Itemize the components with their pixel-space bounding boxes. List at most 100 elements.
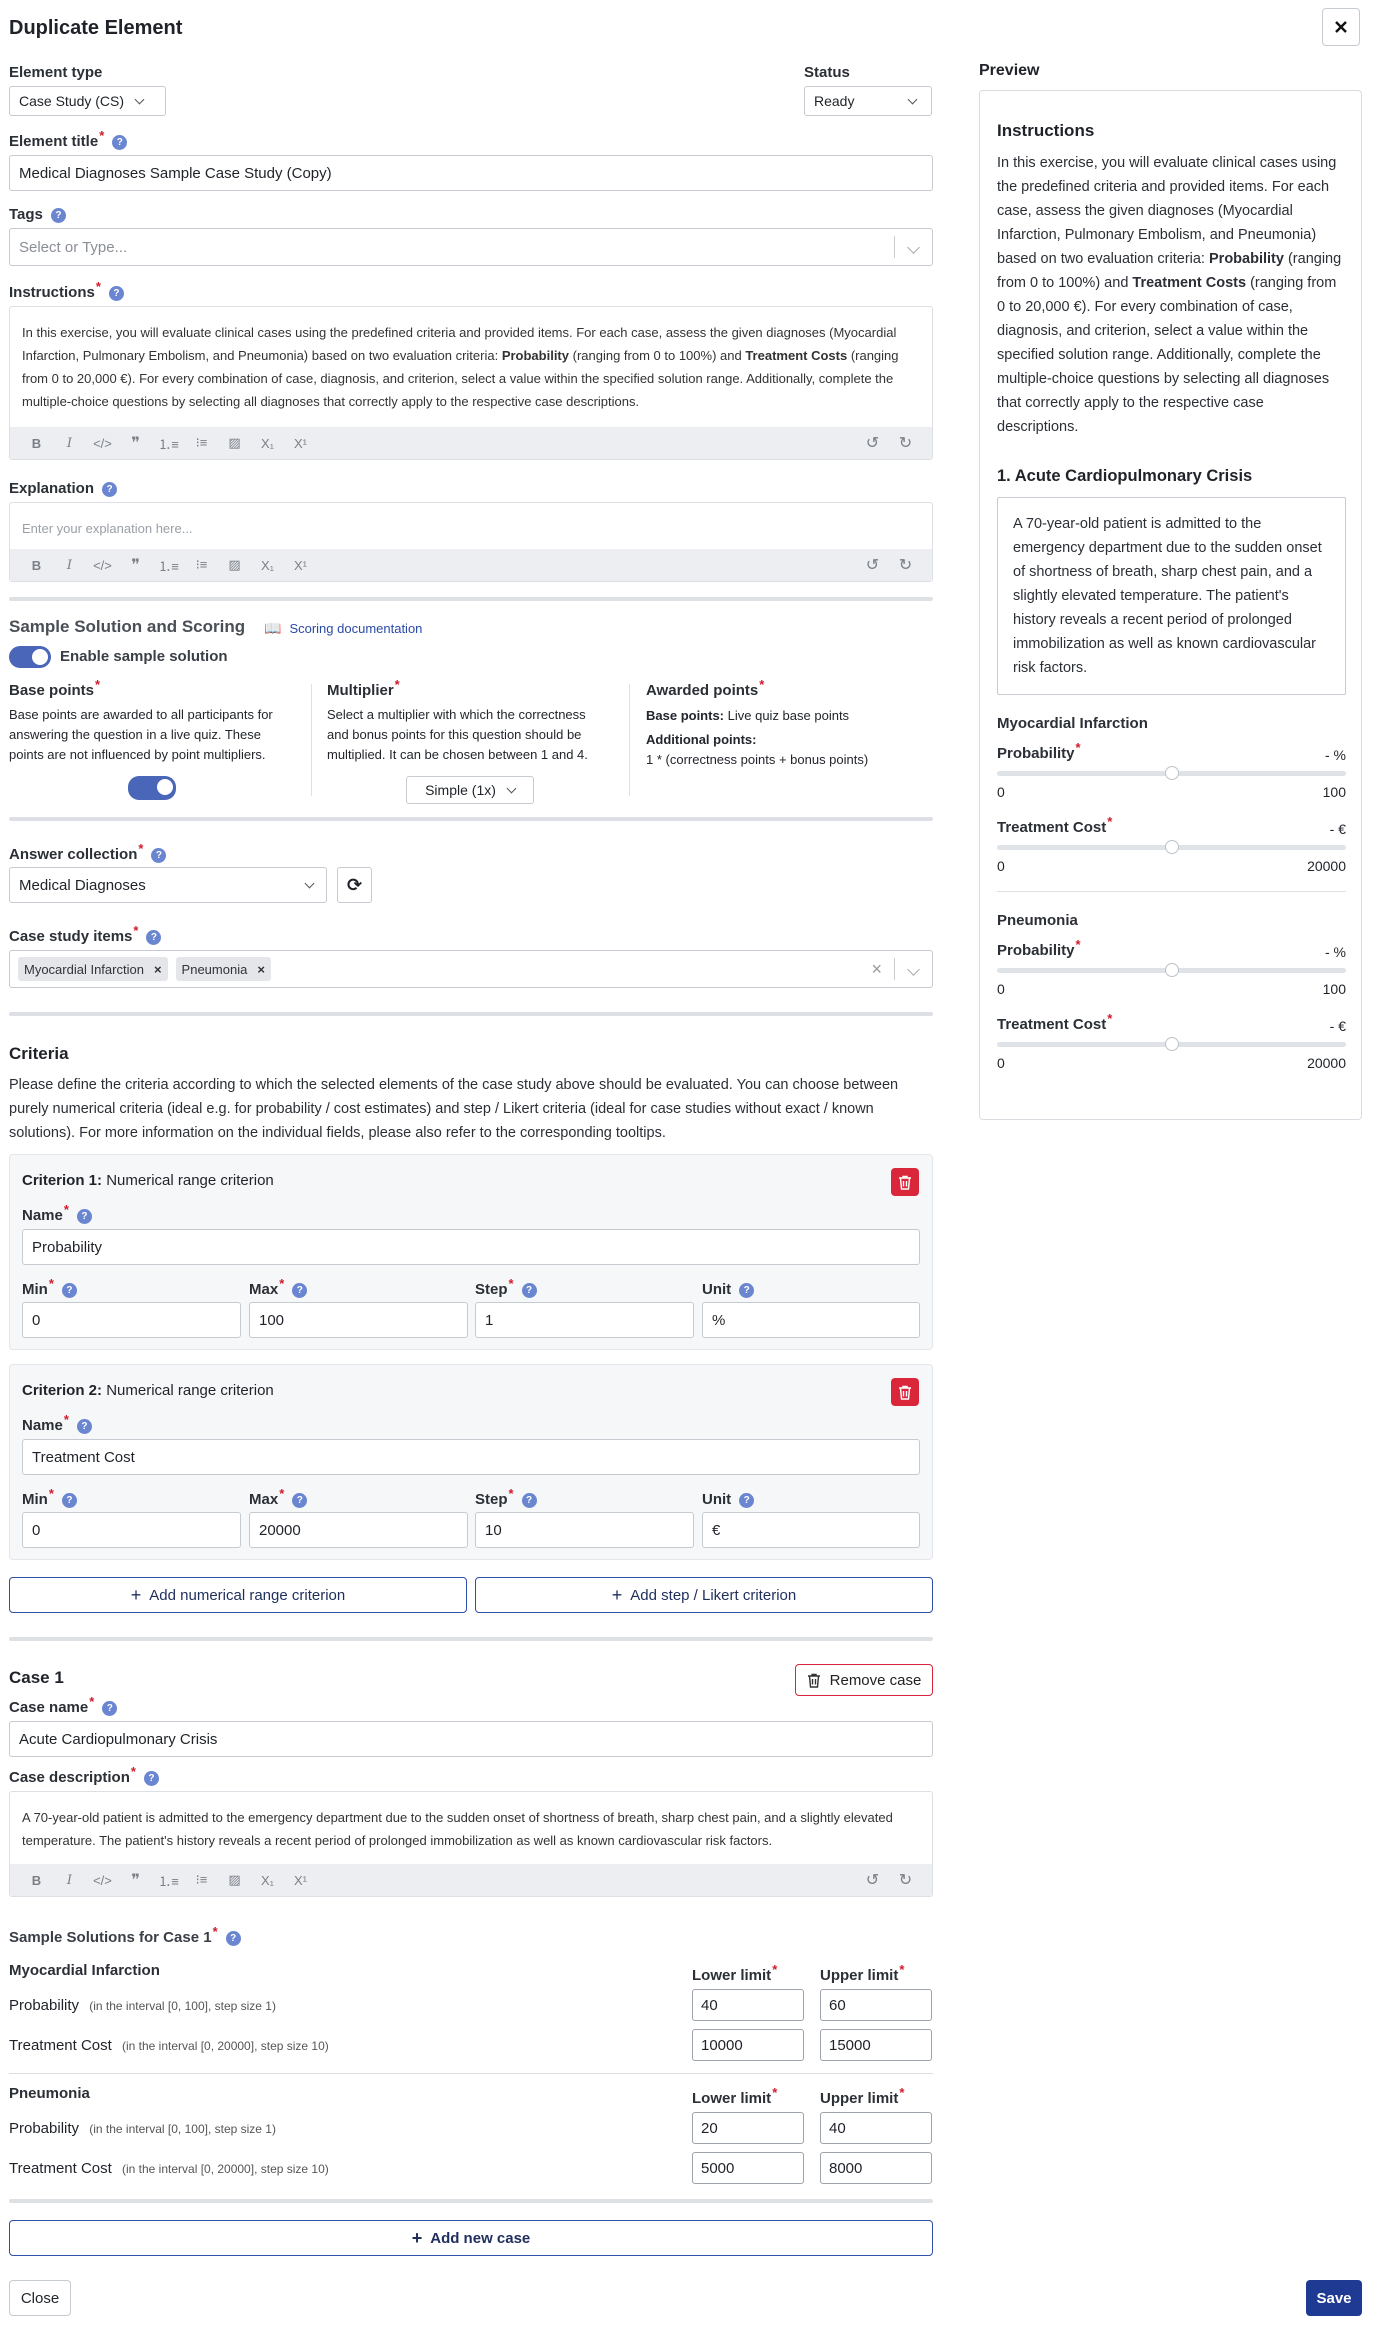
help-icon[interactable]: ? xyxy=(292,1493,308,1508)
delete-criterion-button[interactable] xyxy=(891,1168,919,1196)
criterion-min-input[interactable]: 0 xyxy=(22,1512,241,1548)
explanation-placeholder[interactable]: Enter your explanation here... xyxy=(10,503,932,548)
subscript-icon[interactable]: X₁ xyxy=(251,1868,284,1892)
quote-icon[interactable]: ❞ xyxy=(119,1868,152,1892)
instructions-editor[interactable]: In this exercise, you will evaluate clin… xyxy=(9,306,933,460)
help-icon[interactable]: ? xyxy=(61,1283,77,1298)
close-dialog-button[interactable] xyxy=(1322,8,1360,46)
help-icon[interactable]: ? xyxy=(108,286,124,301)
bullet-list-icon[interactable]: ⁝≡ xyxy=(185,431,218,455)
remove-case-button[interactable]: Remove case xyxy=(795,1664,933,1696)
ordered-list-icon[interactable]: ⒈≡ xyxy=(152,431,185,455)
upper-limit-input[interactable]: 8000 xyxy=(820,2152,932,2184)
subscript-icon[interactable]: X₁ xyxy=(251,553,284,577)
remove-tag-icon[interactable]: × xyxy=(154,962,162,977)
case-study-items-select[interactable]: Myocardial Infarction × Pneumonia × × xyxy=(9,950,933,988)
help-icon[interactable]: ? xyxy=(50,208,66,223)
redo-icon[interactable]: ↻ xyxy=(889,1868,922,1892)
ordered-list-icon[interactable]: ⒈≡ xyxy=(152,1868,185,1892)
case-description-text[interactable]: A 70-year-old patient is admitted to the… xyxy=(10,1792,932,1860)
tags-select[interactable]: Select or Type... xyxy=(9,228,933,266)
element-type-select[interactable]: Case Study (CS) xyxy=(9,86,166,116)
multiplier-select[interactable]: Simple (1x) xyxy=(406,776,534,804)
criterion-unit-input[interactable]: € xyxy=(702,1512,920,1548)
add-likert-criterion-button[interactable]: + Add step / Likert criterion xyxy=(475,1577,933,1613)
preview-slider[interactable] xyxy=(997,1037,1346,1051)
criterion-min-input[interactable]: 0 xyxy=(22,1302,241,1338)
save-button[interactable]: Save xyxy=(1306,2280,1362,2316)
upper-limit-input[interactable]: 40 xyxy=(820,2112,932,2144)
help-icon[interactable]: ? xyxy=(143,1771,159,1786)
clear-icon[interactable]: × xyxy=(871,959,882,980)
criterion-step-input[interactable]: 1 xyxy=(475,1302,694,1338)
criterion-max-input[interactable]: 20000 xyxy=(249,1512,468,1548)
image-icon[interactable]: ▨ xyxy=(218,431,251,455)
quote-icon[interactable]: ❞ xyxy=(119,431,152,455)
italic-icon[interactable]: I xyxy=(53,431,86,455)
code-icon[interactable]: </> xyxy=(86,1868,119,1892)
bullet-list-icon[interactable]: ⁝≡ xyxy=(185,1868,218,1892)
help-icon[interactable]: ? xyxy=(151,848,167,863)
subscript-icon[interactable]: X₁ xyxy=(251,431,284,455)
lower-limit-input[interactable]: 40 xyxy=(692,1989,804,2021)
code-icon[interactable]: </> xyxy=(86,431,119,455)
criterion-name-input[interactable]: Probability xyxy=(22,1229,920,1265)
criterion-unit-input[interactable]: % xyxy=(702,1302,920,1338)
instructions-text[interactable]: In this exercise, you will evaluate clin… xyxy=(10,307,932,421)
help-icon[interactable]: ? xyxy=(102,1701,118,1716)
redo-icon[interactable]: ↻ xyxy=(889,431,922,455)
help-icon[interactable]: ? xyxy=(739,1493,755,1508)
slider-thumb[interactable] xyxy=(1164,840,1179,854)
help-icon[interactable]: ? xyxy=(521,1493,537,1508)
preview-slider[interactable] xyxy=(997,840,1346,854)
explanation-editor[interactable]: Enter your explanation here... B I </> ❞… xyxy=(9,502,933,582)
help-icon[interactable]: ? xyxy=(292,1283,308,1298)
preview-slider[interactable] xyxy=(997,963,1346,977)
add-numerical-criterion-button[interactable]: + Add numerical range criterion xyxy=(9,1577,467,1613)
undo-icon[interactable]: ↺ xyxy=(856,431,889,455)
case-name-input[interactable]: Acute Cardiopulmonary Crisis xyxy=(9,1721,933,1757)
superscript-icon[interactable]: X¹ xyxy=(284,553,317,577)
preview-slider[interactable] xyxy=(997,766,1346,780)
help-icon[interactable]: ? xyxy=(112,135,128,150)
superscript-icon[interactable]: X¹ xyxy=(284,1868,317,1892)
scoring-doc-link[interactable]: 📖 Scoring documentation xyxy=(264,620,422,637)
add-new-case-button[interactable]: + Add new case xyxy=(9,2220,933,2256)
redo-icon[interactable]: ↻ xyxy=(889,553,922,577)
upper-limit-input[interactable]: 60 xyxy=(820,1989,932,2021)
criterion-step-input[interactable]: 10 xyxy=(475,1512,694,1548)
help-icon[interactable]: ? xyxy=(76,1209,92,1224)
lower-limit-input[interactable]: 5000 xyxy=(692,2152,804,2184)
ordered-list-icon[interactable]: ⒈≡ xyxy=(152,553,185,577)
upper-limit-input[interactable]: 15000 xyxy=(820,2029,932,2061)
quote-icon[interactable]: ❞ xyxy=(119,553,152,577)
bullet-list-icon[interactable]: ⁝≡ xyxy=(185,553,218,577)
lower-limit-input[interactable]: 10000 xyxy=(692,2029,804,2061)
image-icon[interactable]: ▨ xyxy=(218,553,251,577)
bold-icon[interactable]: B xyxy=(20,431,53,455)
superscript-icon[interactable]: X¹ xyxy=(284,431,317,455)
help-icon[interactable]: ? xyxy=(61,1493,77,1508)
delete-criterion-button[interactable] xyxy=(891,1378,919,1406)
slider-thumb[interactable] xyxy=(1164,766,1179,780)
bold-icon[interactable]: B xyxy=(20,1868,53,1892)
case-description-editor[interactable]: A 70-year-old patient is admitted to the… xyxy=(9,1791,933,1897)
element-title-input[interactable]: Medical Diagnoses Sample Case Study (Cop… xyxy=(9,155,933,191)
refresh-collection-button[interactable]: ⟳ xyxy=(337,867,372,903)
enable-sample-solution-toggle[interactable] xyxy=(9,646,51,668)
image-icon[interactable]: ▨ xyxy=(218,1868,251,1892)
lower-limit-input[interactable]: 20 xyxy=(692,2112,804,2144)
criterion-max-input[interactable]: 100 xyxy=(249,1302,468,1338)
help-icon[interactable]: ? xyxy=(225,1931,241,1946)
slider-thumb[interactable] xyxy=(1164,963,1179,977)
status-select[interactable]: Ready xyxy=(804,86,932,116)
close-button[interactable]: Close xyxy=(9,2280,71,2316)
remove-tag-icon[interactable]: × xyxy=(257,962,265,977)
undo-icon[interactable]: ↺ xyxy=(856,553,889,577)
code-icon[interactable]: </> xyxy=(86,553,119,577)
answer-collection-select[interactable]: Medical Diagnoses xyxy=(9,867,327,903)
base-points-toggle[interactable] xyxy=(128,776,176,800)
bold-icon[interactable]: B xyxy=(20,553,53,577)
undo-icon[interactable]: ↺ xyxy=(856,1868,889,1892)
italic-icon[interactable]: I xyxy=(53,1868,86,1892)
